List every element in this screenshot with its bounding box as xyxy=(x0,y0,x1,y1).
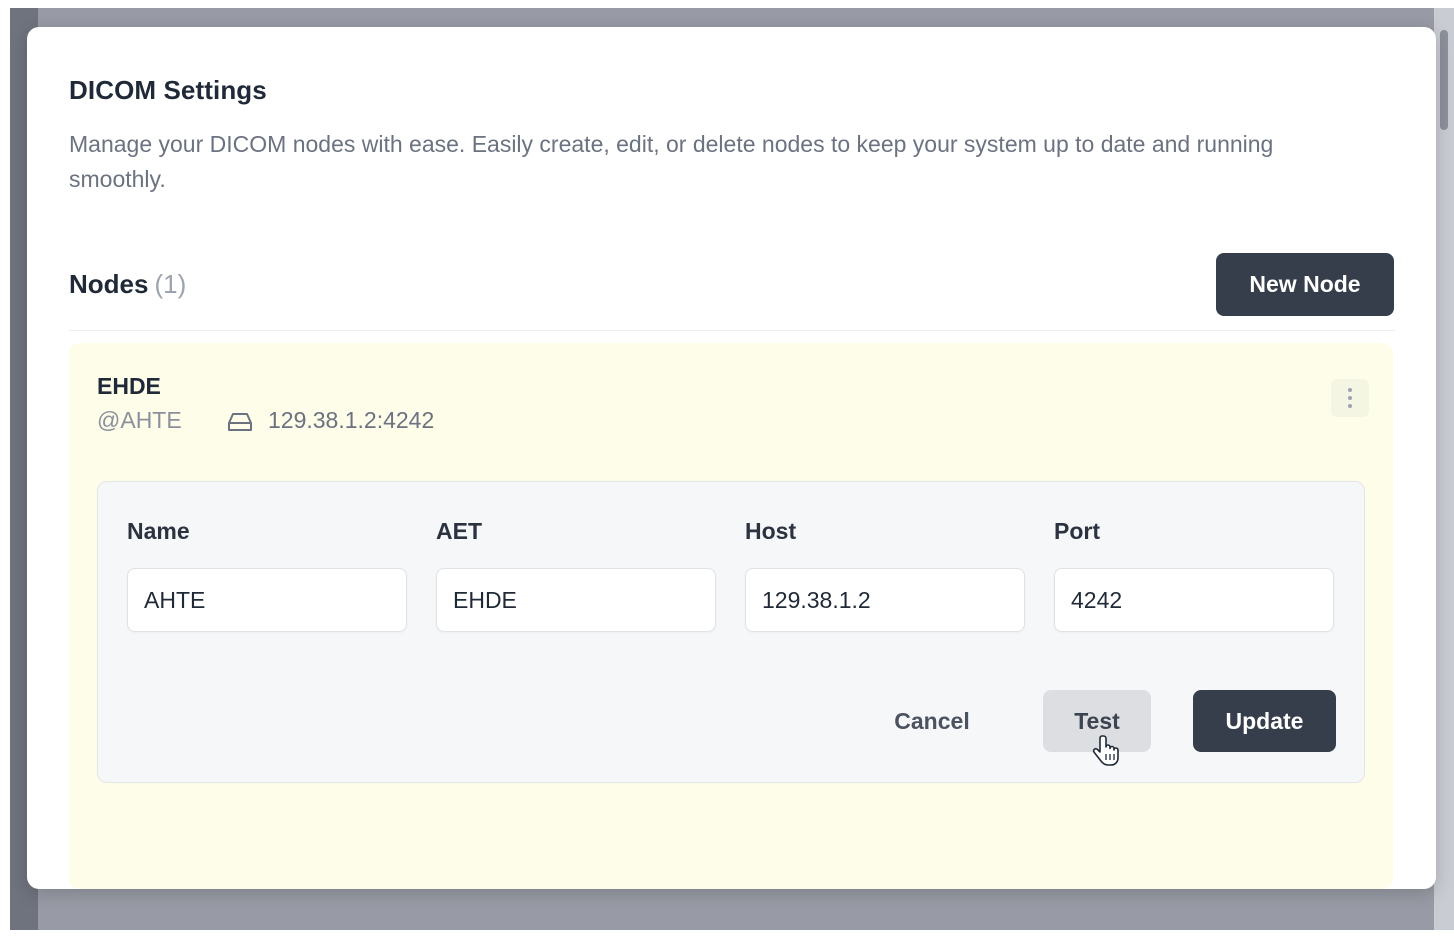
node-menu-button[interactable] xyxy=(1331,379,1369,417)
cancel-button[interactable]: Cancel xyxy=(870,690,994,752)
node-address: 129.38.1.2:4242 xyxy=(268,407,435,433)
dialog-description: Manage your DICOM nodes with ease. Easil… xyxy=(69,131,1274,192)
port-label: Port xyxy=(1054,518,1100,544)
aet-label: AET xyxy=(436,518,482,544)
hand-pointer-icon xyxy=(1092,735,1119,766)
kebab-menu-icon xyxy=(1348,388,1352,408)
name-label: Name xyxy=(127,518,190,544)
node-card: EHDE @AHTE 129.38.1.2:4242 Name AET Host… xyxy=(69,343,1393,889)
server-icon xyxy=(228,413,252,431)
dialog-title: DICOM Settings xyxy=(69,75,267,105)
dicom-settings-dialog: DICOM Settings Manage your DICOM nodes w… xyxy=(27,27,1436,889)
port-input[interactable] xyxy=(1054,568,1334,632)
host-label: Host xyxy=(745,518,797,544)
node-aet: @AHTE xyxy=(97,407,182,433)
nodes-heading-label: Nodes xyxy=(69,269,149,299)
host-input[interactable] xyxy=(745,568,1025,632)
nodes-heading: Nodes (1) xyxy=(69,269,186,300)
new-node-button[interactable]: New Node xyxy=(1216,253,1394,316)
node-name: EHDE xyxy=(97,373,161,399)
node-edit-form: Name AET Host Port Cancel Test Update xyxy=(97,481,1365,783)
nodes-count: (1) xyxy=(154,269,187,299)
update-button[interactable]: Update xyxy=(1193,690,1336,752)
section-divider xyxy=(69,330,1395,331)
scrollbar-thumb[interactable] xyxy=(1440,30,1448,130)
backdrop-right-strip xyxy=(1434,8,1454,930)
name-input[interactable] xyxy=(127,568,407,632)
aet-input[interactable] xyxy=(436,568,716,632)
